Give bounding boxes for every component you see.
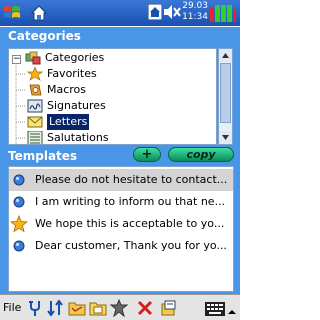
scroll-thumb[interactable] [220,63,231,123]
windows-start-icon[interactable] [2,3,22,23]
blue-bullet-icon [13,196,25,208]
templates-panel: Please do not hesitate to contact... I a… [0,166,240,294]
categories-header: Categories [0,27,240,46]
properties-icon[interactable] [160,299,178,317]
templates-list[interactable]: Please do not hesitate to contact... I a… [8,166,234,292]
copy-button[interactable]: copy [168,147,234,162]
battery-signal-icon[interactable] [210,4,236,22]
categories-tree[interactable]: − Categories Favorites Macros Signatures… [8,48,217,145]
clock[interactable]: 29.03 11:34 [180,1,208,25]
star-icon [10,215,28,233]
add-template-button[interactable]: + [133,147,161,162]
tree-item-label: Signatures [47,99,106,112]
clock-time: 11:34 [182,12,208,22]
triangle-up-icon [222,53,229,58]
star-icon [27,67,43,81]
tree-root-label: Categories [45,51,105,64]
template-row[interactable]: Dear customer, Thank you for yo... [9,235,233,257]
tree-item-label-selected: Letters [47,114,90,130]
sort-arrows-icon[interactable] [46,299,64,317]
scroll-up-button[interactable] [219,49,232,62]
macro-gear-icon [29,84,42,96]
clock-date: 29.03 [182,1,208,11]
signature-icon [27,99,43,113]
blue-bullet-icon [13,174,25,186]
folder-icon[interactable] [68,299,86,317]
collapse-toggle-icon[interactable]: − [12,55,21,64]
tree-item-label: Macros [47,83,87,96]
star-burst-icon[interactable] [110,299,128,317]
template-row[interactable]: I am writing to inform ou that ne... [9,191,233,213]
speaker-muted-icon[interactable] [163,4,181,20]
template-text: I am writing to inform ou that ne... [35,195,226,208]
house-status-icon[interactable] [148,4,162,20]
home-icon[interactable] [30,4,48,22]
bottom-toolbar: File [0,294,240,320]
keyboard-icon[interactable] [205,300,225,318]
list-document-icon [27,131,43,144]
title-bar: 29.03 11:34 [0,0,240,26]
chevron-up-icon[interactable] [227,303,237,320]
new-folder-icon[interactable] [89,299,107,317]
template-row-selected[interactable]: Please do not hesitate to contact... [9,169,233,191]
tree-item-label: Salutations [47,131,109,144]
triangle-down-icon [222,135,229,140]
tree-scrollbar[interactable] [218,48,233,145]
template-row-favorite[interactable]: We hope this is acceptable to yo... [9,213,233,235]
delete-icon[interactable] [137,299,153,317]
envelope-icon [27,116,43,128]
tree-item-label: Favorites [47,67,97,80]
blue-bullet-icon [13,240,25,252]
template-text: Please do not hesitate to contact... [35,173,228,186]
categories-panel: − Categories Favorites Macros Signatures… [0,46,240,146]
scroll-down-button[interactable] [219,131,232,144]
template-text: We hope this is acceptable to yo... [35,217,225,230]
file-menu[interactable]: File [3,295,21,320]
connect-icon[interactable] [26,299,44,317]
categories-folder-icon [25,51,41,65]
template-text: Dear customer, Thank you for yo... [35,239,227,252]
